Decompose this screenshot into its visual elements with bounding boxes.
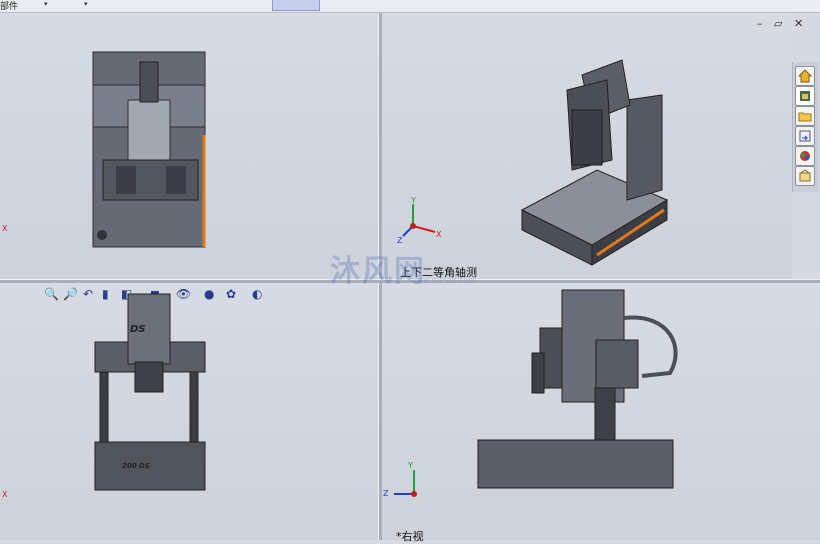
view-settings-icon[interactable]: ◐ [252,287,262,301]
view-label-right: *右视 [396,530,424,543]
zoom-to-area-icon[interactable]: 🔎 [63,287,78,301]
dropdown-arrow-icon[interactable]: ▾ [44,0,48,8]
model-front-view[interactable] [90,292,210,492]
minimize-icon[interactable]: – [757,17,763,30]
restore-icon[interactable]: ▱ [774,17,782,30]
model-plate-label: DS [130,324,146,335]
appearances-icon[interactable] [795,146,815,166]
top-toolbar [0,0,820,13]
coordinate-triad-right [394,470,417,497]
folder-icon[interactable] [795,106,815,126]
model-brand-label: 200 DS [122,462,150,470]
axis-x-label-topleft: X [2,224,8,233]
axis-x-label-bottomleft: X [2,490,8,499]
design-library-icon[interactable] [795,86,815,106]
scene-icon[interactable]: ✿ [226,287,236,301]
axis-y-label: Y [411,196,416,205]
view-palette-icon[interactable] [795,126,815,146]
custom-properties-icon[interactable] [795,166,815,186]
close-icon[interactable]: ✕ [794,17,803,30]
model-isometric-view[interactable] [512,50,677,270]
axis-y-label-right: Y [408,461,413,470]
axis-z-label-right: Z [383,489,389,498]
home-icon[interactable] [795,66,815,86]
model-top-view[interactable] [88,40,213,252]
zoom-to-fit-icon[interactable]: 🔍 [44,287,59,301]
axis-z-label: Z [397,236,403,245]
toolbar-field[interactable] [272,0,320,11]
model-right-view[interactable] [470,288,680,493]
watermark-url: www.mfcad.com [410,276,477,285]
menu-parts[interactable]: 部件 [0,0,18,12]
axis-x-label: X [436,230,442,239]
dropdown-arrow-icon-2[interactable]: ▾ [84,0,88,8]
